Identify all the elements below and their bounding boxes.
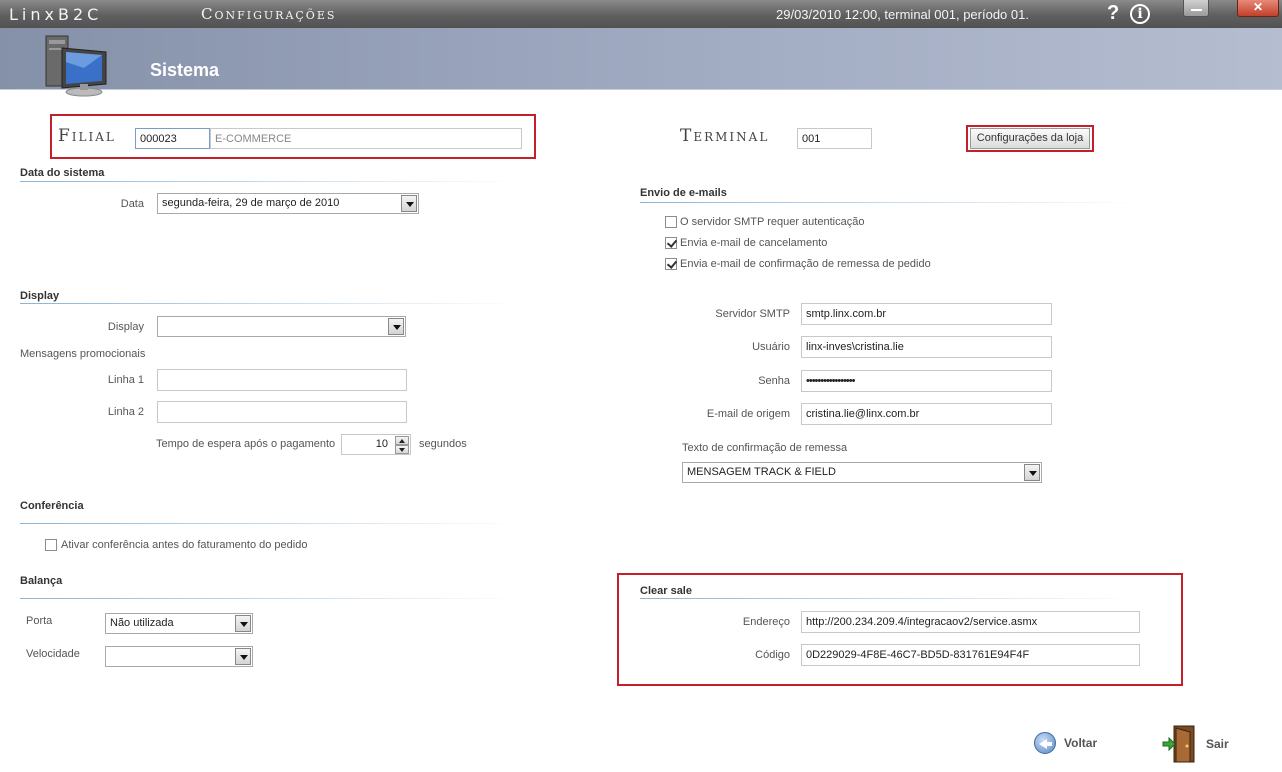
wait-time-unit: segundos <box>419 438 467 450</box>
help-icon[interactable]: ? <box>1107 3 1119 23</box>
shipment-email-label: Envia e-mail de confirmação de remessa d… <box>680 258 931 270</box>
computer-icon <box>45 35 107 97</box>
chevron-down-icon[interactable] <box>235 648 251 665</box>
page-title: Sistema <box>150 60 220 80</box>
module-title: Configurações <box>201 5 337 23</box>
linha1-label: Linha 1 <box>107 374 144 386</box>
section-title-email: Envio de e-mails <box>640 187 727 199</box>
codigo-input[interactable]: 0D229029-4F8E-46C7-BD5D-831761E94F4F <box>801 644 1140 666</box>
section-divider <box>20 598 520 599</box>
data-label: Data <box>120 198 144 210</box>
shipment-email-checkbox[interactable] <box>665 258 677 270</box>
promo-messages-label: Mensagens promocionais <box>20 348 146 360</box>
section-divider <box>640 202 1140 203</box>
stepper-down-icon[interactable] <box>395 445 409 454</box>
wait-time-value: 10 <box>375 438 388 450</box>
back-arrow-icon <box>1034 732 1056 754</box>
endereco-label: Endereço <box>742 616 790 628</box>
store-settings-button[interactable]: Configurações da loja <box>970 128 1090 149</box>
back-button-label: Voltar <box>1064 736 1098 750</box>
porta-label: Porta <box>26 615 53 627</box>
porta-select-value: Não utilizada <box>110 617 174 629</box>
stepper-up-icon[interactable] <box>395 436 409 445</box>
title-bar: LinxB2C Configurações 29/03/2010 12:00, … <box>0 0 1282 28</box>
chevron-down-icon[interactable] <box>235 615 251 632</box>
smtp-auth-label: O servidor SMTP requer autenticação <box>680 216 865 228</box>
user-input[interactable]: linx-inves\cristina.lie <box>801 336 1052 358</box>
velocidade-select[interactable] <box>105 646 253 667</box>
smtp-auth-checkbox[interactable] <box>665 216 677 228</box>
linha2-label: Linha 2 <box>107 406 144 418</box>
terminal-label: Terminal <box>680 126 770 146</box>
conferencia-checkbox-label: Ativar conferência antes do faturamento … <box>61 539 308 551</box>
section-divider <box>20 303 520 304</box>
exit-door-icon <box>1162 725 1195 763</box>
smtp-server-input[interactable]: smtp.linx.com.br <box>801 303 1052 325</box>
terminal-input[interactable]: 001 <box>797 128 872 149</box>
confirm-text-label: Texto de confirmação de remessa <box>682 442 848 454</box>
display-select[interactable] <box>157 316 406 337</box>
password-label: Senha <box>758 375 790 387</box>
display-label: Display <box>107 321 144 333</box>
section-divider <box>640 598 1140 599</box>
endereco-input[interactable]: http://200.234.209.4/integracaov2/servic… <box>801 611 1140 633</box>
chevron-down-icon[interactable] <box>401 195 417 212</box>
linha1-input[interactable] <box>157 369 407 391</box>
filial-label: Filial <box>58 126 116 146</box>
exit-button[interactable]: Sair <box>1162 724 1229 764</box>
back-button[interactable]: Voltar <box>1034 732 1097 754</box>
close-button[interactable]: ✕ <box>1237 0 1279 17</box>
filial-name-field: E-COMMERCE <box>210 128 522 149</box>
conferencia-checkbox[interactable] <box>45 539 57 551</box>
data-select[interactable]: segunda-feira, 29 de março de 2010 <box>157 193 419 214</box>
linha2-input[interactable] <box>157 401 407 423</box>
user-label: Usuário <box>752 341 790 353</box>
section-title-conferencia: Conferência <box>20 500 84 512</box>
info-icon[interactable]: i <box>1130 4 1150 24</box>
cancel-email-checkbox[interactable] <box>665 237 677 249</box>
password-input[interactable]: ••••••••••••••••• <box>801 370 1052 392</box>
wait-time-label: Tempo de espera após o pagamento <box>156 438 336 450</box>
origin-email-input[interactable]: cristina.lie@linx.com.br <box>801 403 1052 425</box>
confirm-text-select[interactable]: MENSAGEM TRACK & FIELD <box>682 462 1042 483</box>
chevron-down-icon[interactable] <box>1024 464 1040 481</box>
exit-button-label: Sair <box>1206 737 1229 751</box>
session-status: 29/03/2010 12:00, terminal 001, período … <box>776 7 1029 22</box>
filial-code-input[interactable]: 000023 <box>135 128 210 149</box>
section-title-display: Display <box>20 290 60 302</box>
section-divider <box>20 523 520 524</box>
cancel-email-label: Envia e-mail de cancelamento <box>680 237 828 249</box>
chevron-down-icon[interactable] <box>388 318 404 335</box>
minimize-button[interactable] <box>1183 0 1209 17</box>
confirm-text-select-value: MENSAGEM TRACK & FIELD <box>687 466 836 478</box>
porta-select[interactable]: Não utilizada <box>105 613 253 634</box>
data-select-value: segunda-feira, 29 de março de 2010 <box>162 197 340 209</box>
smtp-server-label: Servidor SMTP <box>715 308 790 320</box>
app-logo: LinxB2C <box>9 5 103 24</box>
velocidade-label: Velocidade <box>26 648 80 660</box>
wait-time-stepper[interactable]: 10 <box>341 434 411 455</box>
section-title-clear-sale: Clear sale <box>640 585 692 597</box>
section-title-balanca: Balança <box>20 575 63 587</box>
codigo-label: Código <box>755 649 790 661</box>
origin-email-label: E-mail de origem <box>706 408 790 420</box>
section-title-data-sistema: Data do sistema <box>20 167 105 179</box>
section-divider <box>20 181 520 182</box>
